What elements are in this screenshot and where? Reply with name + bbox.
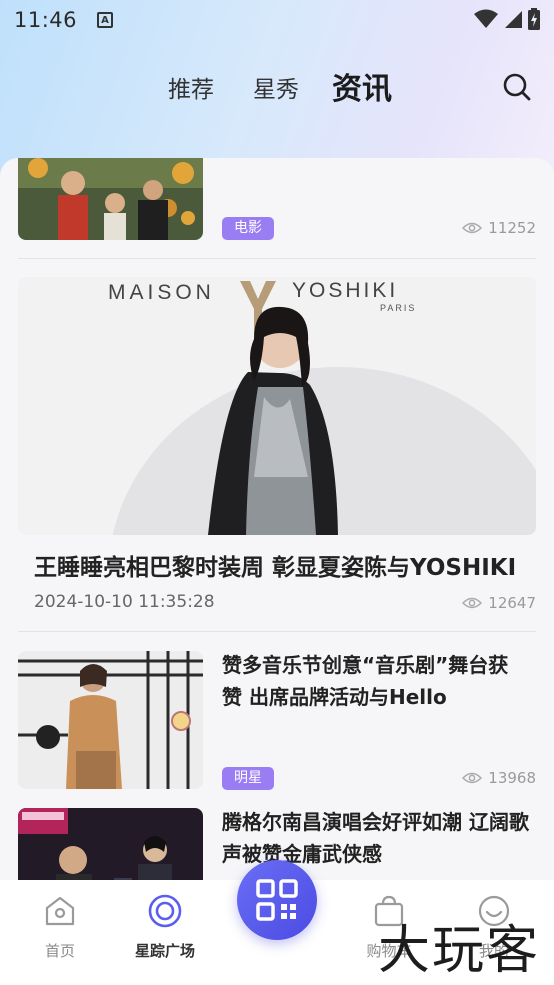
banner-brand-paris: PARIS — [380, 303, 417, 313]
music-festival-photo — [18, 651, 203, 789]
eye-icon — [462, 772, 483, 784]
tab-recommend[interactable]: 推荐 — [168, 70, 214, 104]
category-tag: 明星 — [222, 767, 274, 790]
status-icons — [474, 8, 540, 30]
news-title[interactable]: 王睡睡亮相巴黎时装周 彰显夏姿陈与YOSHIKI — [34, 548, 524, 582]
view-count-value: 11252 — [488, 219, 536, 237]
view-count-value: 13968 — [488, 769, 536, 787]
top-tabs: 推荐 星秀 资讯 — [0, 64, 554, 112]
battery-icon — [528, 8, 540, 30]
circle-target-icon — [148, 894, 182, 928]
news-banner-image[interactable]: MAISON YOSHIKI PARIS — [18, 277, 536, 535]
eye-icon — [462, 222, 483, 234]
nav-star-plaza[interactable]: 星踪广场 — [120, 894, 210, 961]
movie-still-image — [18, 158, 203, 240]
eye-icon — [462, 597, 483, 609]
divider — [18, 258, 536, 259]
view-count: 11252 — [462, 219, 536, 237]
notification-icon: A — [97, 12, 114, 28]
tab-star-show[interactable]: 星秀 — [253, 70, 299, 104]
nav-home[interactable]: 首页 — [15, 894, 105, 961]
news-feed[interactable]: 电影 11252 MAISON YOSHIKI PARIS 王睡睡亮相巴黎时装周… — [0, 158, 554, 880]
qr-code-icon — [256, 879, 298, 921]
watermark-logo: 大玩客 — [378, 921, 541, 981]
home-icon — [45, 896, 75, 926]
banner-brand-yoshiki: YOSHIKI — [292, 279, 399, 302]
view-count: 13968 — [462, 769, 536, 787]
publish-date: 2024-10-10 11:35:28 — [34, 592, 215, 612]
view-count-value: 12647 — [488, 594, 536, 612]
signal-icon — [505, 11, 522, 28]
status-bar: 11:46 A — [0, 0, 554, 40]
concert-photo — [18, 808, 203, 880]
wifi-icon — [474, 9, 498, 28]
banner-brand-maison: MAISON — [108, 281, 215, 304]
fashion-week-photo — [18, 277, 536, 535]
view-count: 12647 — [462, 594, 536, 612]
nav-label: 首页 — [44, 942, 75, 960]
status-time: 11:46 — [14, 8, 78, 32]
news-thumbnail-3[interactable] — [18, 651, 203, 789]
divider — [18, 631, 536, 632]
news-thumbnail-1[interactable] — [18, 158, 203, 240]
search-icon[interactable] — [502, 72, 532, 102]
news-title[interactable]: 赞多音乐节创意“音乐剧”舞台获赞 出席品牌活动与Hello Kitty… — [222, 649, 522, 713]
news-thumbnail-4[interactable] — [18, 808, 203, 880]
nav-label: 星踪广场 — [134, 942, 195, 960]
qr-scan-button[interactable] — [237, 860, 317, 940]
category-tag: 电影 — [222, 217, 274, 240]
tab-news[interactable]: 资讯 — [332, 64, 392, 108]
